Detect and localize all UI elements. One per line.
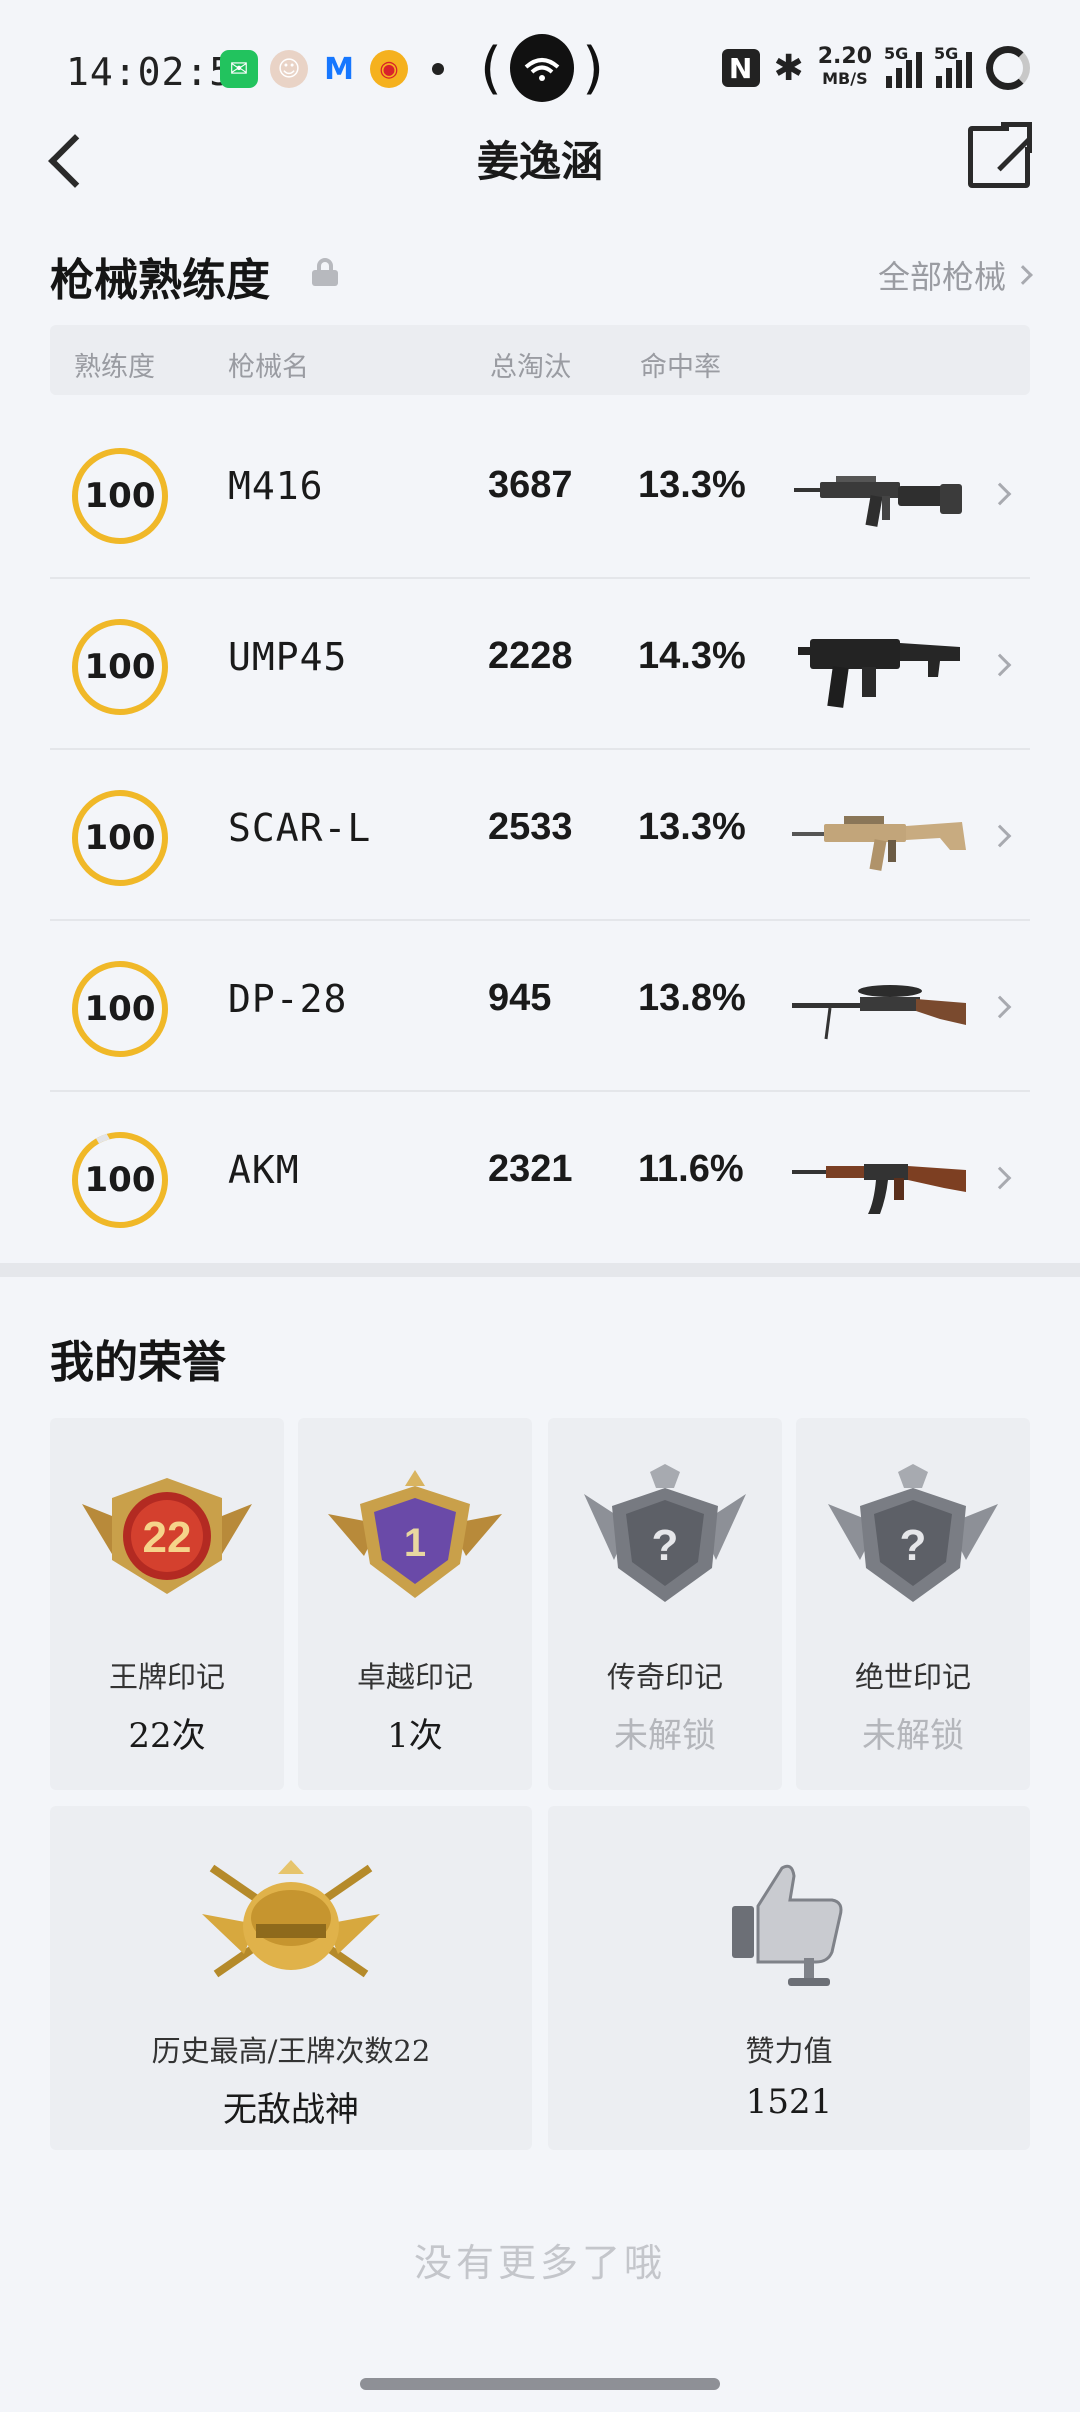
page-title: 姜逸涵: [476, 137, 603, 186]
honor-label: 赞力值: [745, 2034, 833, 2068]
honor-card-history-best[interactable]: 历史最高/王牌次数22 无敌战神: [50, 1806, 532, 2150]
scar-l-rifle-icon: [792, 816, 966, 871]
proficiency-ring: 100: [72, 961, 168, 1057]
dynamic-island: ( ): [480, 34, 604, 102]
m416-rifle-icon: [794, 476, 962, 527]
home-indicator[interactable]: [360, 2378, 720, 2390]
status-right: N ✱ 2.20 MB/S 5G 5G: [721, 44, 1030, 90]
weapon-kills: 945: [488, 977, 552, 1019]
peerless-mark-locked-icon: ?: [828, 1464, 998, 1602]
excellence-mark-badge-icon: 1: [328, 1470, 502, 1598]
avatar-app-icon: ☺: [270, 50, 308, 88]
thumbs-up-icon: [732, 1864, 843, 1986]
weapon-table-header: 熟练度 枪械名 总淘汰 命中率: [50, 325, 1030, 395]
honor-label: 绝世印记: [854, 1660, 971, 1694]
wechat-icon: ✉: [220, 50, 258, 88]
ump45-smg-icon: [798, 639, 960, 708]
weibo-icon: ◉: [370, 50, 408, 88]
svg-text:?: ?: [900, 1521, 927, 1570]
honor-label: 传奇印记: [606, 1660, 723, 1694]
honor-value: 22次: [128, 1716, 206, 1756]
weapon-name: DP-28: [228, 977, 348, 1021]
battery-icon: [986, 46, 1030, 90]
weapon-row[interactable]: 100 AKM 2321 11.6%: [50, 1092, 1030, 1263]
unlock-icon: [312, 258, 338, 286]
legend-mark-locked-icon: ?: [584, 1464, 746, 1602]
weapon-kills: 2321: [488, 1148, 573, 1190]
m-app-icon: M: [324, 51, 354, 87]
proficiency-ring: 100: [72, 790, 168, 886]
svg-text:22: 22: [143, 1513, 192, 1562]
weapon-name: SCAR-L: [228, 806, 372, 850]
honor-card-legend-mark[interactable]: ? 传奇印记 未解锁: [548, 1418, 782, 1790]
svg-text:1: 1: [404, 1521, 426, 1565]
network-speed: 2.20 MB/S: [817, 44, 872, 89]
all-weapons-link[interactable]: 全部枪械: [878, 252, 1033, 298]
chevron-right-icon: [1013, 265, 1033, 285]
chevron-right-icon: [988, 653, 1012, 677]
weapons-section-header: 枪械熟练度 全部枪械: [50, 244, 1033, 324]
nfc-icon: N: [721, 49, 760, 87]
weapon-hit-rate: 14.3%: [638, 635, 746, 677]
proficiency-ring: 100: [72, 1132, 168, 1228]
weapon-row[interactable]: 100 DP-28 945 13.8%: [50, 921, 1030, 1092]
proficiency-ring: 100: [72, 448, 168, 544]
honor-card-peerless-mark[interactable]: ? 绝世印记 未解锁: [796, 1418, 1030, 1790]
honors-section-header: 我的荣誉: [50, 1326, 1030, 1406]
bluetooth-icon: ✱: [773, 47, 804, 89]
notification-icons: ✉ ☺ M ◉: [220, 50, 444, 88]
column-header: 命中率: [640, 352, 721, 383]
honor-card-ace-mark[interactable]: 22 王牌印记 22次: [50, 1418, 284, 1790]
honor-value: 未解锁: [862, 1716, 964, 1756]
signal-icon-1: 5G: [884, 44, 922, 88]
honor-label: 王牌印记: [108, 1660, 225, 1694]
share-icon: [992, 122, 1032, 162]
dp-28-lmg-icon: [792, 985, 966, 1040]
column-header: 熟练度: [74, 352, 155, 383]
column-header: 总淘汰: [490, 352, 571, 383]
section-title: 枪械熟练度: [50, 255, 270, 306]
signal-icon-2: 5G: [934, 44, 972, 88]
chevron-right-icon: [988, 995, 1012, 1019]
weapon-name: AKM: [228, 1148, 300, 1192]
honor-label: 卓越印记: [356, 1660, 473, 1694]
akm-rifle-icon: [792, 1164, 966, 1214]
section-title: 我的荣誉: [50, 1337, 226, 1388]
unrivaled-war-god-badge-icon: [202, 1860, 380, 1978]
weapon-name: M416: [228, 464, 324, 508]
honor-card-likes[interactable]: 赞力值 1521: [548, 1806, 1030, 2150]
weapon-kills: 2228: [488, 635, 573, 677]
weapon-row[interactable]: 100 M416 3687 13.3%: [50, 408, 1030, 579]
proficiency-ring: 100: [72, 619, 168, 715]
honor-value: 未解锁: [614, 1716, 716, 1756]
weapon-row[interactable]: 100 UMP45 2228 14.3%: [50, 579, 1030, 750]
weapon-kills: 2533: [488, 806, 573, 848]
section-divider: [0, 1263, 1080, 1277]
chevron-right-icon: [988, 482, 1012, 506]
weapon-hit-rate: 13.8%: [638, 977, 746, 1019]
honor-value: 1521: [745, 2082, 833, 2122]
weapon-kills: 3687: [488, 464, 573, 506]
hotspot-icon: [509, 34, 575, 102]
more-notifications-icon: [432, 63, 444, 75]
app-header: 姜逸涵: [0, 110, 1080, 210]
weapon-hit-rate: 11.6%: [638, 1148, 744, 1190]
honor-value: 无敌战神: [223, 2090, 359, 2130]
weapon-row[interactable]: 100 SCAR-L 2533 13.3%: [50, 750, 1030, 921]
chevron-right-icon: [988, 824, 1012, 848]
honor-card-excellence-mark[interactable]: 1 卓越印记 1次: [298, 1418, 532, 1790]
column-header: 枪械名: [228, 352, 309, 383]
honor-value: 1次: [387, 1716, 443, 1756]
honor-label: 历史最高/王牌次数22: [151, 2034, 431, 2068]
chevron-right-icon: [988, 1166, 1012, 1190]
weapon-name: UMP45: [228, 635, 348, 679]
no-more-text: 没有更多了哦: [413, 2241, 666, 2285]
weapon-hit-rate: 13.3%: [638, 806, 746, 848]
ace-mark-badge-icon: 22: [82, 1478, 252, 1594]
weapon-hit-rate: 13.3%: [638, 464, 746, 506]
svg-text:?: ?: [652, 1521, 679, 1570]
